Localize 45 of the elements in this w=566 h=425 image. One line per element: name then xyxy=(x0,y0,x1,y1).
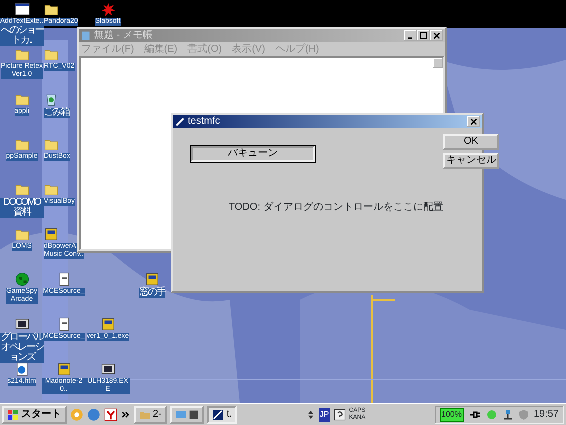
chevron-icon[interactable] xyxy=(120,410,130,420)
window-title: 無題 - メモ帳 xyxy=(94,29,153,43)
maximize-button[interactable] xyxy=(417,30,430,41)
program-icon[interactable] xyxy=(100,317,116,332)
program-icon[interactable] xyxy=(56,362,72,377)
start-button[interactable]: スタート xyxy=(2,406,66,424)
icon-label[interactable]: ごみ箱 xyxy=(44,108,70,118)
taskbar-button[interactable]: 2- xyxy=(134,406,167,424)
clock: 19:57 xyxy=(534,408,559,422)
cancel-button[interactable]: キャンセル xyxy=(443,152,500,168)
orb-icon xyxy=(486,408,498,420)
splat-icon[interactable] xyxy=(100,2,116,17)
app-icon xyxy=(212,408,224,420)
help-icon[interactable] xyxy=(332,408,347,422)
close-button[interactable] xyxy=(467,116,480,127)
notepad-icon xyxy=(81,30,91,40)
taskbar-button[interactable]: t. xyxy=(207,406,238,424)
close-button[interactable] xyxy=(430,30,443,41)
app-icon xyxy=(175,116,185,126)
minimize-button[interactable] xyxy=(404,30,417,41)
icon-label[interactable]: DOCOMO資料 xyxy=(0,198,44,218)
taskbar-button[interactable] xyxy=(170,406,204,424)
window-icon xyxy=(189,410,200,420)
y-logo-icon[interactable] xyxy=(104,408,118,422)
windows-logo-icon xyxy=(7,408,19,420)
close-icon xyxy=(432,32,440,40)
action-button[interactable]: バキューン xyxy=(191,146,315,162)
maximize-icon xyxy=(420,32,428,40)
globe-icon[interactable] xyxy=(14,272,30,287)
monitor-icon[interactable] xyxy=(14,317,30,332)
language-indicator[interactable]: JP xyxy=(318,408,330,422)
dialog-text: TODO: ダイアログのコントロールをここに配置 xyxy=(229,200,444,215)
shield-icon xyxy=(518,408,530,420)
battery-level: 100% xyxy=(440,408,464,422)
window-title: testmfc xyxy=(188,115,220,129)
program-icon[interactable] xyxy=(44,227,59,242)
program-icon[interactable] xyxy=(144,272,160,287)
close-icon xyxy=(470,118,478,126)
monitor-icon xyxy=(174,408,187,420)
browser-document-icon[interactable] xyxy=(14,362,30,377)
network-icon xyxy=(502,408,514,420)
window-icon[interactable] xyxy=(14,2,30,17)
icon-label[interactable]: 窓の手 xyxy=(139,288,165,298)
monitor-icon[interactable] xyxy=(100,362,116,377)
ok-button[interactable]: OK xyxy=(443,134,500,150)
